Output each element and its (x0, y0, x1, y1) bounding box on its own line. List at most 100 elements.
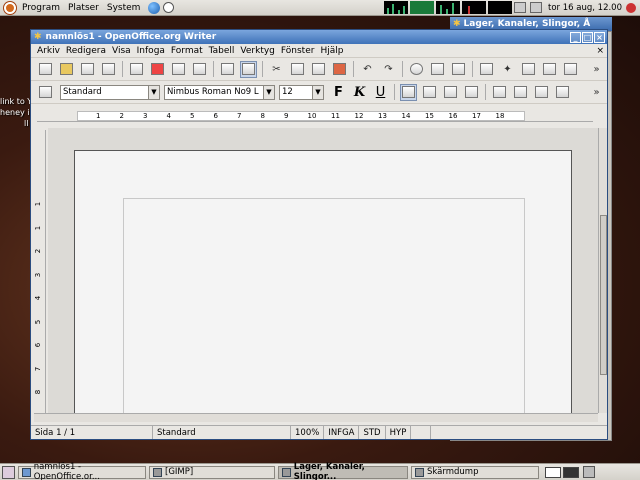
ubuntu-logo-icon[interactable] (4, 1, 16, 14)
menu-arkiv[interactable]: Arkiv (34, 46, 63, 56)
task-writer[interactable]: namnlös1 - OpenOffice.or... (18, 462, 146, 480)
align-center-icon[interactable] (421, 84, 438, 101)
minimize-button[interactable]: _ (570, 31, 581, 43)
copy-icon[interactable] (289, 61, 306, 78)
spellcheck-icon[interactable] (219, 61, 236, 78)
horizontal-ruler[interactable]: 1 2 3 4 5 6 7 8 9 10 11 12 13 14 15 16 17 18 (37, 110, 593, 122)
window-menu-icon[interactable]: ✱ (453, 19, 461, 29)
new-document-icon[interactable] (37, 61, 54, 78)
underline-button[interactable]: U (372, 84, 389, 101)
numbering-icon[interactable] (491, 84, 508, 101)
vertical-scrollbar[interactable] (598, 128, 607, 413)
status-insert-mode[interactable]: INFGA (324, 426, 360, 439)
task-screenshot[interactable]: Skärmdump (411, 465, 539, 479)
document-area[interactable] (48, 128, 598, 413)
scrollbar-thumb[interactable] (600, 215, 607, 375)
menu-visa[interactable]: Visa (109, 46, 134, 56)
draw-functions-icon[interactable] (450, 61, 467, 78)
power-icon[interactable] (626, 2, 636, 13)
styles-formatting-icon[interactable] (37, 84, 54, 101)
menu-format[interactable]: Format (168, 46, 206, 56)
font-name-select[interactable]: Nimbus Roman No9 L ▼ (164, 84, 275, 100)
bold-button[interactable]: F (330, 84, 347, 101)
window-menu-icon[interactable]: ✱ (34, 32, 42, 42)
hyperlink-icon[interactable] (408, 61, 425, 78)
edit-file-icon[interactable] (128, 61, 145, 78)
system-monitor-mem[interactable] (410, 1, 435, 14)
email-icon[interactable] (100, 61, 117, 78)
task-gimp[interactable]: [GIMP] (149, 465, 275, 479)
standard-toolbar: ✂ ↶ ↷ ✦ » (31, 58, 607, 81)
system-monitor-swap[interactable] (462, 1, 487, 14)
menu-infoga[interactable]: Infoga (134, 46, 168, 56)
navigator-icon[interactable]: ✦ (499, 61, 516, 78)
export-pdf-icon[interactable] (149, 61, 166, 78)
bullets-icon[interactable] (512, 84, 529, 101)
open-icon[interactable] (58, 61, 75, 78)
vertical-ruler[interactable]: 1 1 2 3 4 5 6 7 8 (34, 130, 46, 413)
clock-launcher-icon[interactable] (163, 2, 175, 13)
document-page[interactable] (74, 150, 572, 413)
horizontal-scrollbar[interactable] (34, 413, 598, 422)
workspace-1[interactable] (545, 466, 561, 478)
ruler-tick-label: 2 (34, 248, 43, 254)
table-icon[interactable] (429, 61, 446, 78)
menu-program[interactable]: Program (18, 3, 64, 13)
status-selection-mode[interactable]: STD (359, 426, 386, 439)
redo-icon[interactable]: ↷ (380, 61, 397, 78)
status-page-style[interactable]: Standard (153, 426, 291, 439)
justify-icon[interactable] (463, 84, 480, 101)
status-page[interactable]: Sida 1 / 1 (31, 426, 153, 439)
increase-indent-icon[interactable] (554, 84, 571, 101)
cut-icon[interactable]: ✂ (268, 61, 285, 78)
italic-button[interactable]: K (351, 84, 368, 101)
decrease-indent-icon[interactable] (533, 84, 550, 101)
menu-system[interactable]: System (103, 3, 145, 13)
volume-icon[interactable] (530, 2, 543, 13)
menu-fonster[interactable]: Fönster (278, 46, 318, 56)
close-document-icon[interactable]: × (593, 46, 607, 56)
print-preview-icon[interactable] (191, 61, 208, 78)
menu-tabell[interactable]: Tabell (206, 46, 238, 56)
format-paintbrush-icon[interactable] (331, 61, 348, 78)
panel-clock[interactable]: tor 16 aug, 12.00 (544, 3, 626, 13)
menubar: Arkiv Redigera Visa Infoga Format Tabell… (31, 44, 607, 58)
save-icon[interactable] (79, 61, 96, 78)
align-right-icon[interactable] (442, 84, 459, 101)
menu-verktyg[interactable]: Verktyg (237, 46, 277, 56)
system-monitor-net[interactable] (436, 1, 461, 14)
gallery-icon[interactable] (520, 61, 537, 78)
paste-icon[interactable] (310, 61, 327, 78)
desktop-icon-label[interactable]: link to Y heney i ll (0, 96, 32, 129)
print-icon[interactable] (170, 61, 187, 78)
close-button[interactable]: × (594, 31, 605, 43)
paragraph-style-select[interactable]: Standard ▼ (60, 84, 160, 100)
maximize-button[interactable]: □ (582, 31, 593, 43)
writer-titlebar[interactable]: ✱ namnlös1 - OpenOffice.org Writer _ □ × (31, 30, 607, 44)
autospellcheck-icon[interactable] (240, 60, 257, 78)
toolbar-overflow-icon[interactable]: » (588, 84, 605, 101)
menu-redigera[interactable]: Redigera (63, 46, 109, 56)
align-left-icon[interactable] (400, 83, 417, 101)
menu-hjalp[interactable]: Hjälp (317, 46, 346, 56)
nonprinting-chars-icon[interactable] (562, 61, 579, 78)
find-replace-icon[interactable] (478, 61, 495, 78)
undo-icon[interactable]: ↶ (359, 61, 376, 78)
network-icon[interactable] (514, 2, 527, 13)
chevron-down-icon[interactable]: ▼ (312, 85, 323, 99)
trash-icon[interactable] (583, 466, 595, 478)
font-size-select[interactable]: 12 ▼ (279, 84, 324, 100)
browser-launcher-icon[interactable] (148, 1, 161, 14)
chevron-down-icon[interactable]: ▼ (263, 85, 274, 99)
datasources-icon[interactable] (541, 61, 558, 78)
chevron-down-icon[interactable]: ▼ (148, 85, 159, 99)
status-hyphenation[interactable]: HYP (386, 426, 412, 439)
toolbar-overflow-icon[interactable]: » (588, 61, 605, 78)
workspace-2[interactable] (563, 466, 579, 478)
system-monitor-cpu[interactable] (384, 1, 409, 14)
system-monitor-load[interactable] (488, 1, 513, 14)
menu-platser[interactable]: Platser (64, 3, 103, 13)
task-layers[interactable]: Lager, Kanaler, Slingor... (278, 462, 408, 480)
status-zoom[interactable]: 100% (291, 426, 325, 439)
show-desktop-icon[interactable] (2, 465, 15, 479)
